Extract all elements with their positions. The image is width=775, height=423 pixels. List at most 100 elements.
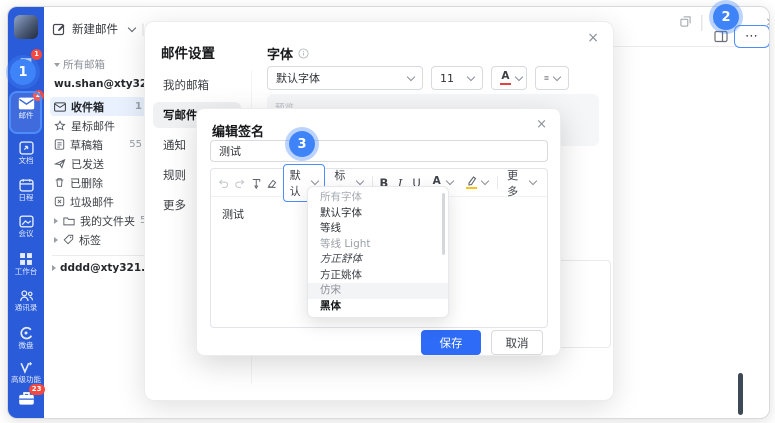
more-options-button[interactable]: ⋯ — [734, 25, 770, 48]
annotation-step-3: 3 — [289, 131, 315, 157]
caret-right-icon[interactable] — [54, 237, 58, 243]
chevron-down-icon — [515, 72, 523, 80]
tag-icon — [63, 234, 74, 245]
folder-count: 55 — [129, 139, 142, 150]
content-pane: | — × ⋯ — [614, 7, 769, 418]
settings-nav-mymailbox[interactable]: 我的邮箱 — [153, 72, 241, 98]
font-menu-item-heiti[interactable]: 黑体 — [308, 299, 448, 315]
font-menu-item-all[interactable]: 所有字体 — [308, 190, 448, 206]
app-window: 1 2 邮件 文档 日程 — [7, 6, 770, 419]
font-color-button[interactable]: A — [491, 66, 527, 90]
font-color-icon: A — [500, 71, 511, 85]
undo-icon[interactable] — [218, 177, 229, 189]
caret-right-icon — [52, 265, 56, 271]
settings-close-icon[interactable]: × — [587, 30, 599, 46]
chevron-down-icon — [356, 177, 364, 185]
chevron-down-icon — [481, 177, 489, 185]
annotation-step-2: 2 — [713, 4, 739, 30]
format-painter-icon[interactable] — [251, 177, 261, 189]
chevron-down-icon[interactable] — [128, 23, 136, 31]
mailbox-group[interactable]: 所有邮箱 — [54, 57, 146, 72]
list-format-button[interactable] — [535, 66, 569, 90]
font-menu-dropdown: 所有字体 默认字体 等线 等线 Light 方正舒体 方正姚体 仿宋 黑体 — [307, 186, 449, 318]
font-menu-item-fzshuti[interactable]: 方正舒体 — [308, 252, 448, 268]
rail-item-meeting[interactable]: 会议 — [8, 215, 44, 238]
signature-title: 编辑签名 — [212, 121, 264, 140]
secondary-account-label: dddd@xty321.... — [60, 262, 157, 274]
font-size-select[interactable]: 11 — [431, 66, 483, 90]
folder-item-drafts[interactable]: 草稿箱 55 — [50, 135, 146, 154]
mailbox-group-label: 所有邮箱 — [63, 57, 105, 72]
font-controls: 默认字体 11 A — [267, 66, 569, 90]
toolbar-divider — [497, 176, 498, 189]
secondary-account[interactable]: dddd@xty321.... CPS — [50, 262, 146, 274]
rail-item-workspace-bottom[interactable]: 23 — [8, 391, 44, 406]
highlight-box-mail — [9, 91, 42, 134]
compose-button[interactable]: 新建邮件 — [72, 21, 118, 37]
advanced-icon — [19, 361, 33, 374]
font-family-select[interactable]: 默认字体 — [267, 66, 423, 90]
rail-item-label: 会议 — [19, 230, 34, 238]
folder-item-starred[interactable]: 星标邮件 — [50, 116, 146, 135]
font-menu-item-fangsong[interactable]: 仿宋 — [308, 283, 448, 299]
chevron-down-icon — [553, 72, 561, 80]
folder-icon — [63, 216, 75, 226]
font-menu-item-fzyaoti[interactable]: 方正姚体 — [308, 268, 448, 284]
popout-icon[interactable] — [680, 16, 691, 27]
meeting-icon — [19, 215, 34, 228]
rail-item-docs[interactable]: 文档 — [8, 141, 44, 165]
font-menu-item-dengxian-light[interactable]: 等线 Light — [308, 237, 448, 253]
chevron-down-icon — [311, 177, 319, 185]
folder-item-deleted[interactable]: 已删除 — [50, 173, 146, 192]
folder-item-inbox[interactable]: 收件箱 1 — [50, 97, 146, 116]
folder-label: 我的文件夹 — [80, 213, 135, 229]
controls-divider: | — [699, 12, 704, 31]
contacts-icon — [19, 289, 34, 302]
folder-item-sent[interactable]: 已发送 — [50, 154, 146, 173]
info-icon — [298, 48, 309, 59]
rail-item-drive[interactable]: 微盘 — [8, 326, 44, 350]
font-menu-item-default[interactable]: 默认字体 — [308, 206, 448, 222]
folder-item-myfolders[interactable]: 我的文件夹 572 — [50, 211, 146, 230]
scrollbar-thumb[interactable] — [738, 373, 743, 415]
highlight-icon — [466, 176, 477, 190]
reading-pane-icon[interactable] — [714, 30, 728, 43]
rail-item-contacts[interactable]: 通讯录 — [8, 289, 44, 312]
font-menu-item-dengxian[interactable]: 等线 — [308, 221, 448, 237]
edit-signature-modal: 编辑签名 × 默认 标准 — [196, 108, 561, 356]
more-format-label: 更多 — [507, 167, 525, 199]
dropdown-scrollbar-thumb[interactable] — [442, 193, 446, 255]
avatar[interactable] — [14, 15, 38, 39]
redo-icon[interactable] — [234, 177, 245, 189]
caret-right-icon[interactable] — [54, 218, 58, 224]
font-size-value: 11 — [440, 72, 454, 85]
font-section-title: 字体 — [267, 44, 309, 63]
folder-item-tags[interactable]: 标签 — [50, 230, 146, 249]
rail-item-advanced[interactable]: 高级功能 — [8, 361, 44, 384]
draft-icon — [54, 139, 65, 150]
folder-label: 草稿箱 — [70, 137, 103, 153]
cancel-button[interactable]: 取消 — [491, 330, 543, 355]
rail-item-label: 文档 — [19, 157, 34, 165]
rail-item-label: 日程 — [19, 194, 34, 202]
chevron-down-icon — [467, 72, 475, 80]
rail-item-label: 微盘 — [19, 342, 34, 350]
rail-item-label: 工作台 — [15, 268, 38, 276]
list-icon — [544, 73, 549, 83]
more-format-button[interactable]: 更多 — [503, 165, 540, 201]
highlight-color-button[interactable] — [462, 174, 492, 192]
signature-name-input[interactable] — [210, 140, 548, 162]
drive-icon — [19, 326, 33, 340]
save-button[interactable]: 保存 — [421, 330, 481, 355]
bottom-badge: 23 — [29, 384, 45, 395]
eraser-icon[interactable] — [266, 177, 277, 189]
account-address[interactable]: wu.shan@xty321.... — [54, 78, 146, 90]
chevron-down-icon — [446, 177, 454, 185]
rail-item-calendar[interactable]: 日程 — [8, 178, 44, 202]
signature-close-icon[interactable]: × — [536, 117, 547, 132]
rail-item-workbench[interactable]: 工作台 — [8, 252, 44, 276]
folder-divider — [52, 255, 144, 256]
folder-item-spam[interactable]: 垃圾邮件 — [50, 192, 146, 211]
spam-icon — [54, 196, 65, 207]
font-section-label: 字体 — [267, 44, 293, 63]
